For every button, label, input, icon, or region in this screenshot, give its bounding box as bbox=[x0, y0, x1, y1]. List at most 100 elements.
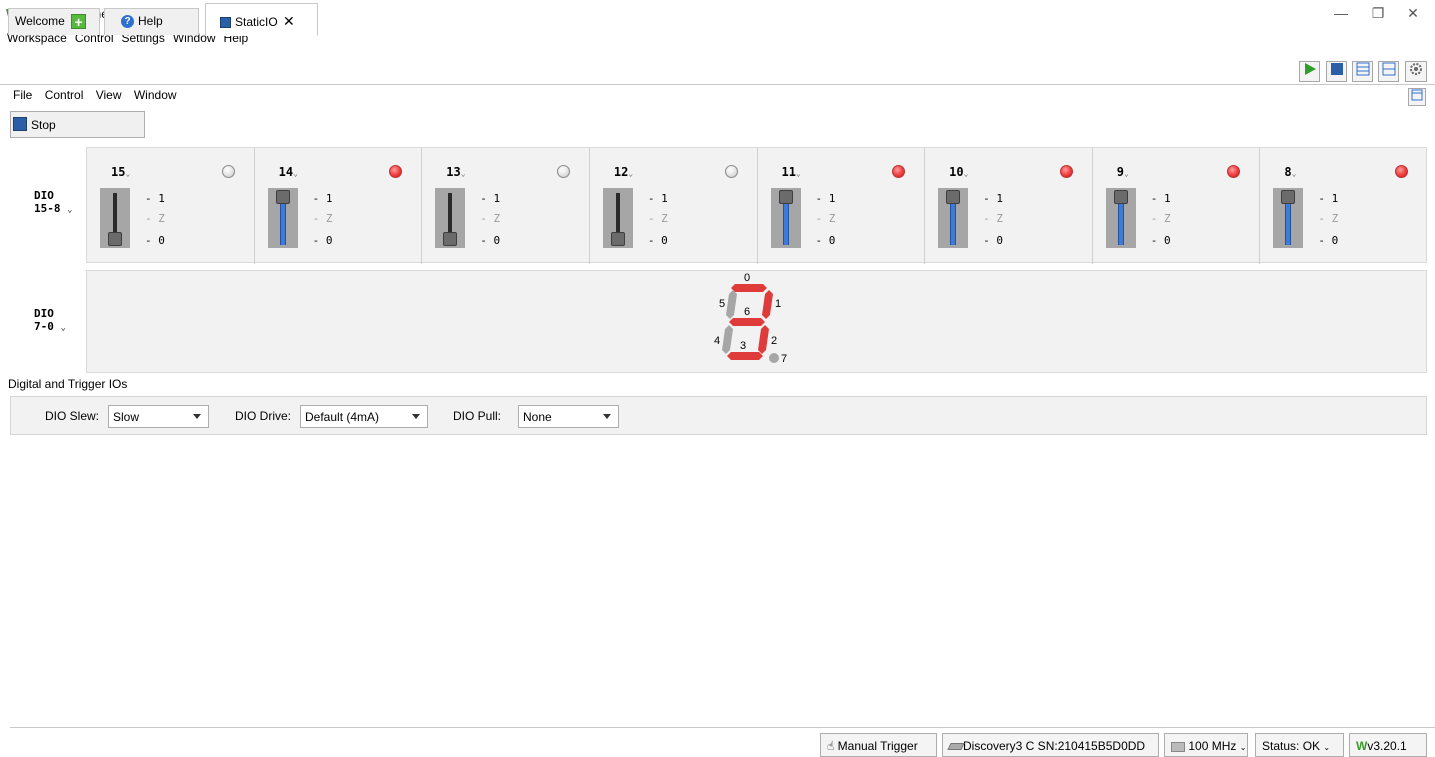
pull-select[interactable]: None bbox=[518, 405, 619, 428]
segment-5 bbox=[726, 290, 737, 319]
output-slider[interactable] bbox=[1105, 188, 1136, 248]
level-label-one: - 1 bbox=[815, 192, 836, 205]
slew-select[interactable]: Slow bbox=[108, 405, 209, 428]
led-indicator-icon bbox=[1227, 165, 1241, 178]
tab-staticio[interactable]: StaticIO ✕ bbox=[205, 3, 318, 36]
chevron-down-icon: ⌄ bbox=[60, 323, 66, 333]
tab-help[interactable]: ? Help bbox=[104, 8, 199, 35]
manual-trigger-button[interactable]: ☝ Manual Trigger bbox=[820, 733, 937, 757]
level-label-one: - 1 bbox=[983, 192, 1003, 205]
slider-thumb[interactable] bbox=[610, 232, 625, 246]
level-label-one: - 1 bbox=[1318, 192, 1339, 205]
stop-icon bbox=[1330, 63, 1343, 75]
level-label-zero: - 0 bbox=[312, 234, 333, 247]
drive-label: DIO Drive: bbox=[235, 409, 292, 423]
slider-thumb[interactable] bbox=[443, 232, 458, 246]
device-button[interactable]: Discovery3 C SN:210415B5D0DD bbox=[942, 733, 1159, 757]
slew-label: DIO Slew: bbox=[45, 409, 100, 423]
pull-label: DIO Pull: bbox=[453, 409, 502, 423]
gear-icon bbox=[1410, 63, 1422, 75]
channel-number[interactable]: 9⌄ bbox=[1117, 165, 1129, 179]
settings-button[interactable] bbox=[1405, 61, 1427, 82]
close-tab-icon[interactable]: ✕ bbox=[283, 13, 295, 29]
minimize-button[interactable]: — bbox=[1326, 3, 1356, 23]
channel-number[interactable]: 13⌄ bbox=[446, 165, 465, 179]
output-slider[interactable] bbox=[267, 188, 298, 248]
submenu-file[interactable]: File bbox=[13, 88, 32, 102]
output-slider[interactable] bbox=[602, 188, 633, 248]
settings-section-title: Digital and Trigger IOs bbox=[8, 377, 128, 391]
tab-welcome[interactable]: Welcome + bbox=[8, 8, 100, 35]
output-slider[interactable] bbox=[435, 188, 466, 248]
stop-button[interactable]: Stop bbox=[10, 111, 145, 138]
level-label-z: - Z bbox=[647, 212, 668, 225]
run-button[interactable] bbox=[1299, 61, 1320, 82]
channel-number[interactable]: 8⌄ bbox=[1284, 165, 1296, 179]
dropdown-arrow-icon bbox=[603, 414, 611, 419]
led-indicator-icon bbox=[389, 165, 403, 178]
clock-button[interactable]: 100 MHz ⌄ bbox=[1164, 733, 1248, 757]
channel-number[interactable]: 15⌄ bbox=[111, 165, 130, 179]
play-icon bbox=[1304, 63, 1316, 75]
slider-thumb[interactable] bbox=[108, 232, 122, 246]
window-stack-icon bbox=[1356, 62, 1369, 76]
slider-thumb[interactable] bbox=[275, 190, 290, 204]
level-label-z: - Z bbox=[1150, 212, 1171, 225]
output-slider[interactable] bbox=[1273, 188, 1304, 248]
status-bar-divider bbox=[10, 727, 1435, 728]
hand-icon: ☝ bbox=[827, 739, 835, 753]
level-label-zero: - 0 bbox=[1318, 234, 1339, 247]
add-tab-icon[interactable]: + bbox=[71, 14, 87, 30]
submenu-window[interactable]: Window bbox=[134, 88, 177, 102]
dio-channel-12: 12⌄ - 1 - Z - 0 bbox=[590, 148, 758, 264]
chevron-down-icon: ⌄ bbox=[795, 169, 801, 178]
chevron-down-icon: ⌄ bbox=[67, 205, 73, 215]
stop-all-button[interactable] bbox=[1326, 61, 1347, 82]
group-label-dio-15-8[interactable]: DIO 15-8 ⌄ bbox=[34, 189, 73, 217]
dropdown-arrow-icon bbox=[193, 414, 201, 419]
slider-thumb[interactable] bbox=[1113, 190, 1128, 204]
output-slider[interactable] bbox=[100, 188, 130, 248]
channel-number[interactable]: 11⌄ bbox=[782, 165, 801, 179]
dropdown-arrow-icon bbox=[412, 414, 420, 419]
clock-icon bbox=[1171, 741, 1185, 752]
help-icon: ? bbox=[121, 15, 134, 29]
led-indicator-icon bbox=[221, 165, 235, 178]
restore-panel-button[interactable] bbox=[1408, 88, 1426, 106]
submenu-control[interactable]: Control bbox=[45, 88, 84, 102]
restore-button[interactable]: ❐ bbox=[1363, 3, 1393, 23]
status-button[interactable]: Status: OK ⌄ bbox=[1255, 733, 1344, 757]
group-label-dio-7-0[interactable]: DIO 7-0 ⌄ bbox=[34, 307, 66, 335]
output-slider[interactable] bbox=[938, 188, 969, 248]
version-button[interactable]: Wv3.20.1 bbox=[1349, 733, 1427, 757]
dio-channel-8: 8⌄ - 1 - Z - 0 bbox=[1260, 148, 1428, 264]
split-button[interactable] bbox=[1378, 61, 1399, 82]
channel-number[interactable]: 14⌄ bbox=[279, 165, 298, 179]
dio-channel-15: 15⌄ - 1 - Z - 0 bbox=[87, 148, 255, 264]
level-label-one: - 1 bbox=[312, 192, 333, 205]
level-label-zero: - 0 bbox=[983, 234, 1003, 247]
submenu-view[interactable]: View bbox=[96, 88, 122, 102]
chevron-down-icon: ⌄ bbox=[1239, 743, 1247, 752]
close-button[interactable]: ✕ bbox=[1398, 3, 1428, 23]
channel-number[interactable]: 12⌄ bbox=[614, 165, 633, 179]
dock-button[interactable] bbox=[1352, 61, 1373, 82]
slider-thumb[interactable] bbox=[778, 190, 793, 204]
output-slider[interactable] bbox=[770, 188, 801, 248]
level-label-z: - Z bbox=[983, 212, 1003, 225]
stop-button-label: Stop bbox=[31, 118, 56, 132]
seg-label-3: 3 bbox=[740, 340, 746, 352]
chevron-down-icon: ⌄ bbox=[1323, 743, 1331, 752]
drive-select[interactable]: Default (4mA) bbox=[300, 405, 428, 428]
channel-number[interactable]: 10⌄ bbox=[949, 165, 968, 179]
dio-15-8-panel: 15⌄ - 1 - Z - 0 14⌄ - 1 - Z - 0 13⌄ - 1 - Z - 0 12⌄ -… bbox=[86, 147, 1428, 264]
chevron-down-icon: ⌄ bbox=[1123, 169, 1129, 178]
level-label-one: - 1 bbox=[1150, 192, 1171, 205]
slider-thumb[interactable] bbox=[946, 190, 961, 204]
dio-channel-14: 14⌄ - 1 - Z - 0 bbox=[255, 148, 423, 264]
tab-staticio-label: StaticIO bbox=[235, 15, 278, 29]
slider-thumb[interactable] bbox=[1281, 190, 1296, 204]
segment-4 bbox=[722, 325, 733, 354]
level-label-zero: - 0 bbox=[1150, 234, 1171, 247]
level-label-one: - 1 bbox=[145, 192, 165, 205]
